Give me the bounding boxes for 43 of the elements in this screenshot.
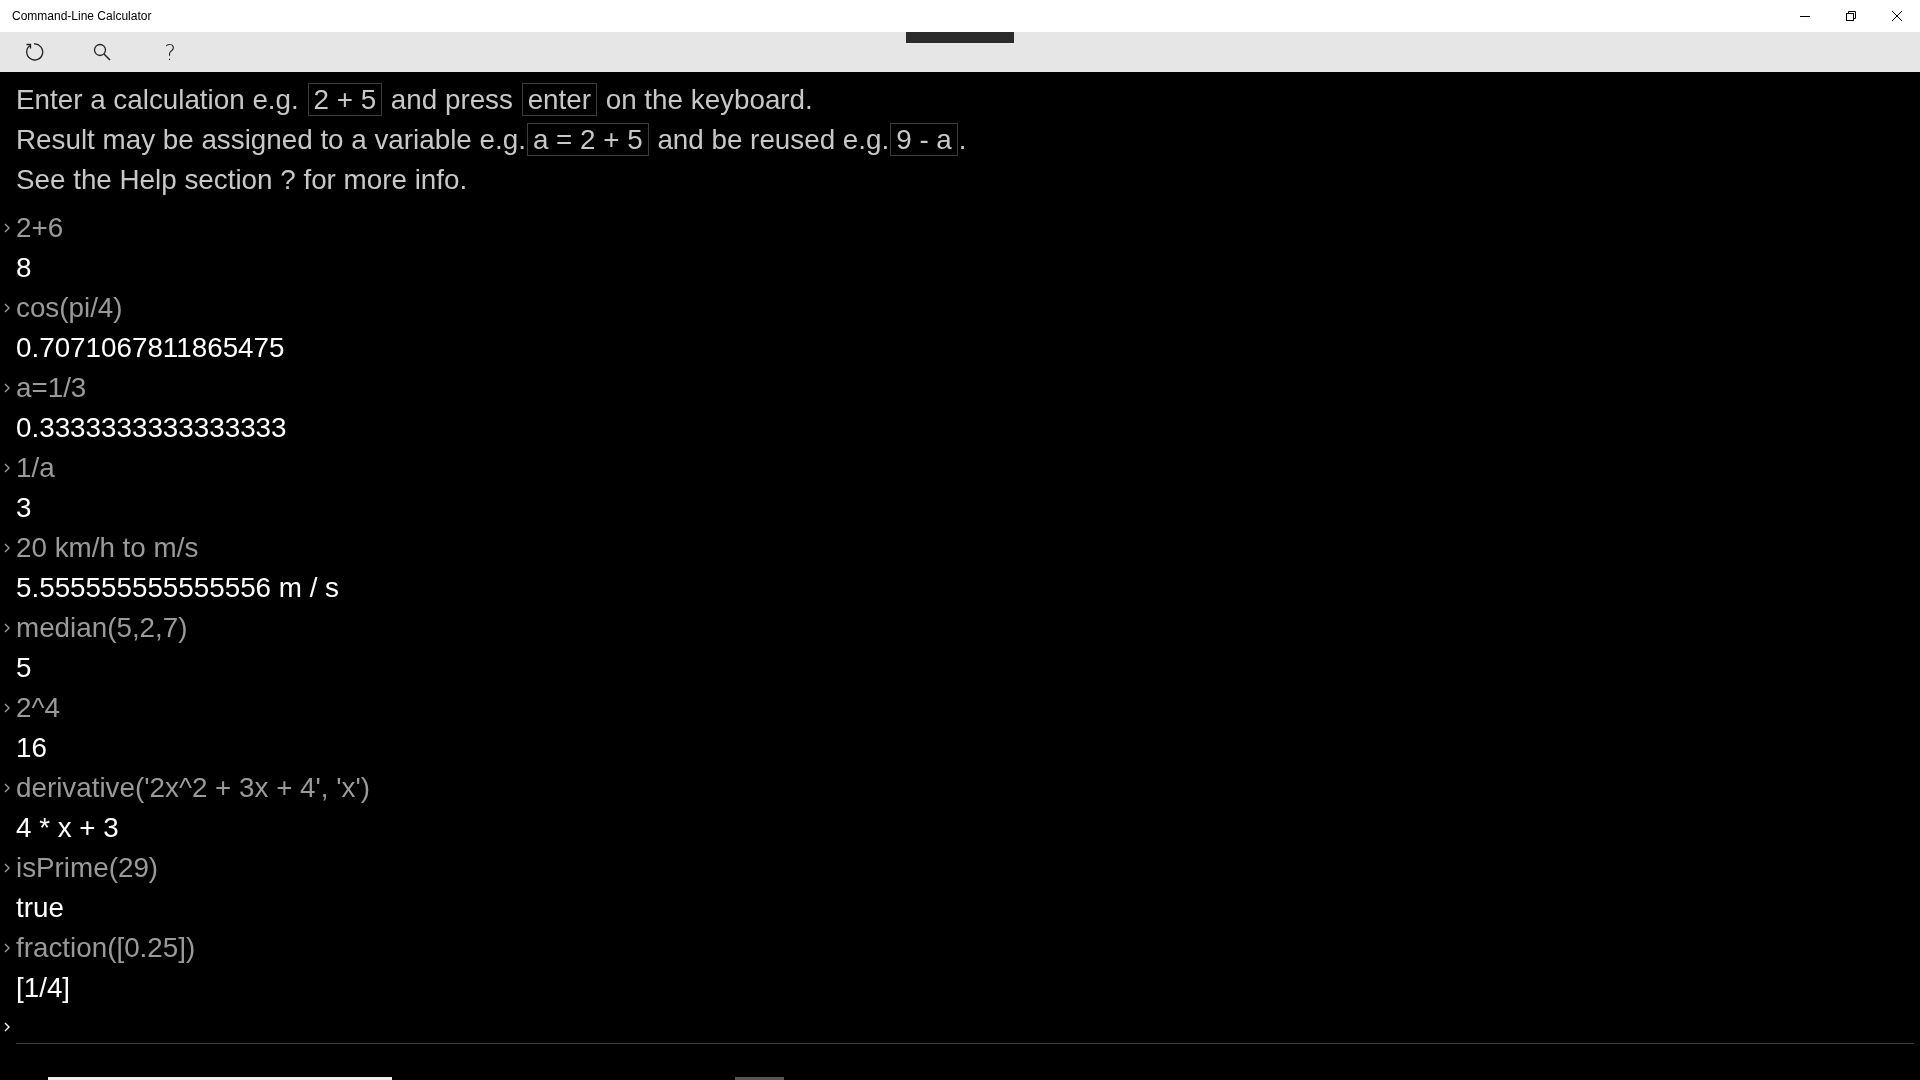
- result-text: [1/4]: [16, 972, 71, 1003]
- prompt-icon: [4, 303, 10, 313]
- instruction-text: Enter a calculation e.g. 2 + 5 and press enter on the keyboard.: [16, 82, 814, 118]
- result-text: 5.555555555555556 m / s: [16, 572, 340, 603]
- prompt-icon: [4, 1022, 10, 1032]
- result-text: 5: [16, 652, 32, 683]
- input-expression: derivative('2x^2 + 3x + 4', 'x'): [16, 772, 371, 803]
- prompt-icon: [4, 623, 10, 633]
- drag-handle[interactable]: [906, 32, 1014, 43]
- prompt-icon: [4, 383, 10, 393]
- instruction-text: Result may be assigned to a variable e.g. a = 2 + 5 and be reused e.g. 9 - a .: [16, 122, 968, 158]
- input-expression: 1/a: [16, 452, 55, 483]
- result-text: 8: [16, 252, 32, 283]
- help-button[interactable]: ?: [136, 32, 204, 72]
- prompt-icon: [4, 863, 10, 873]
- input-expression: 2^4: [16, 692, 60, 723]
- result-text: 16: [16, 732, 47, 763]
- refresh-icon: [24, 42, 44, 62]
- prompt-icon: [4, 543, 10, 553]
- input-expression: 20 km/h to m/s: [16, 532, 199, 563]
- input-expression: a=1/3: [16, 372, 87, 403]
- prompt-icon: [4, 463, 10, 473]
- result-text: 4 * x + 3: [16, 812, 119, 843]
- result-text: 0.7071067811865475: [16, 332, 285, 363]
- scrollbar-thumb[interactable]: [48, 1077, 392, 1080]
- prompt-icon: [4, 223, 10, 233]
- input-expression: median(5,2,7): [16, 612, 188, 643]
- prompt-icon: [4, 943, 10, 953]
- result-text: 3: [16, 492, 32, 523]
- input-expression: fraction([0.25]): [16, 932, 196, 963]
- restore-icon: [1846, 11, 1856, 21]
- prompt-icon: [4, 783, 10, 793]
- scrollbar-mark: [735, 1077, 784, 1080]
- instruction-text: See the Help section ? for more info.: [16, 163, 469, 197]
- search-icon: [92, 42, 112, 62]
- result-text: true: [16, 892, 64, 923]
- window-title: Command-Line Calculator: [11, 8, 152, 25]
- input-expression: cos(pi/4): [16, 292, 123, 323]
- input-expression: 2+6: [16, 212, 64, 243]
- result-text: 0.3333333333333333: [16, 412, 287, 443]
- prompt-icon: [4, 703, 10, 713]
- input-expression: isPrime(29): [16, 852, 159, 883]
- close-icon: [1892, 11, 1902, 21]
